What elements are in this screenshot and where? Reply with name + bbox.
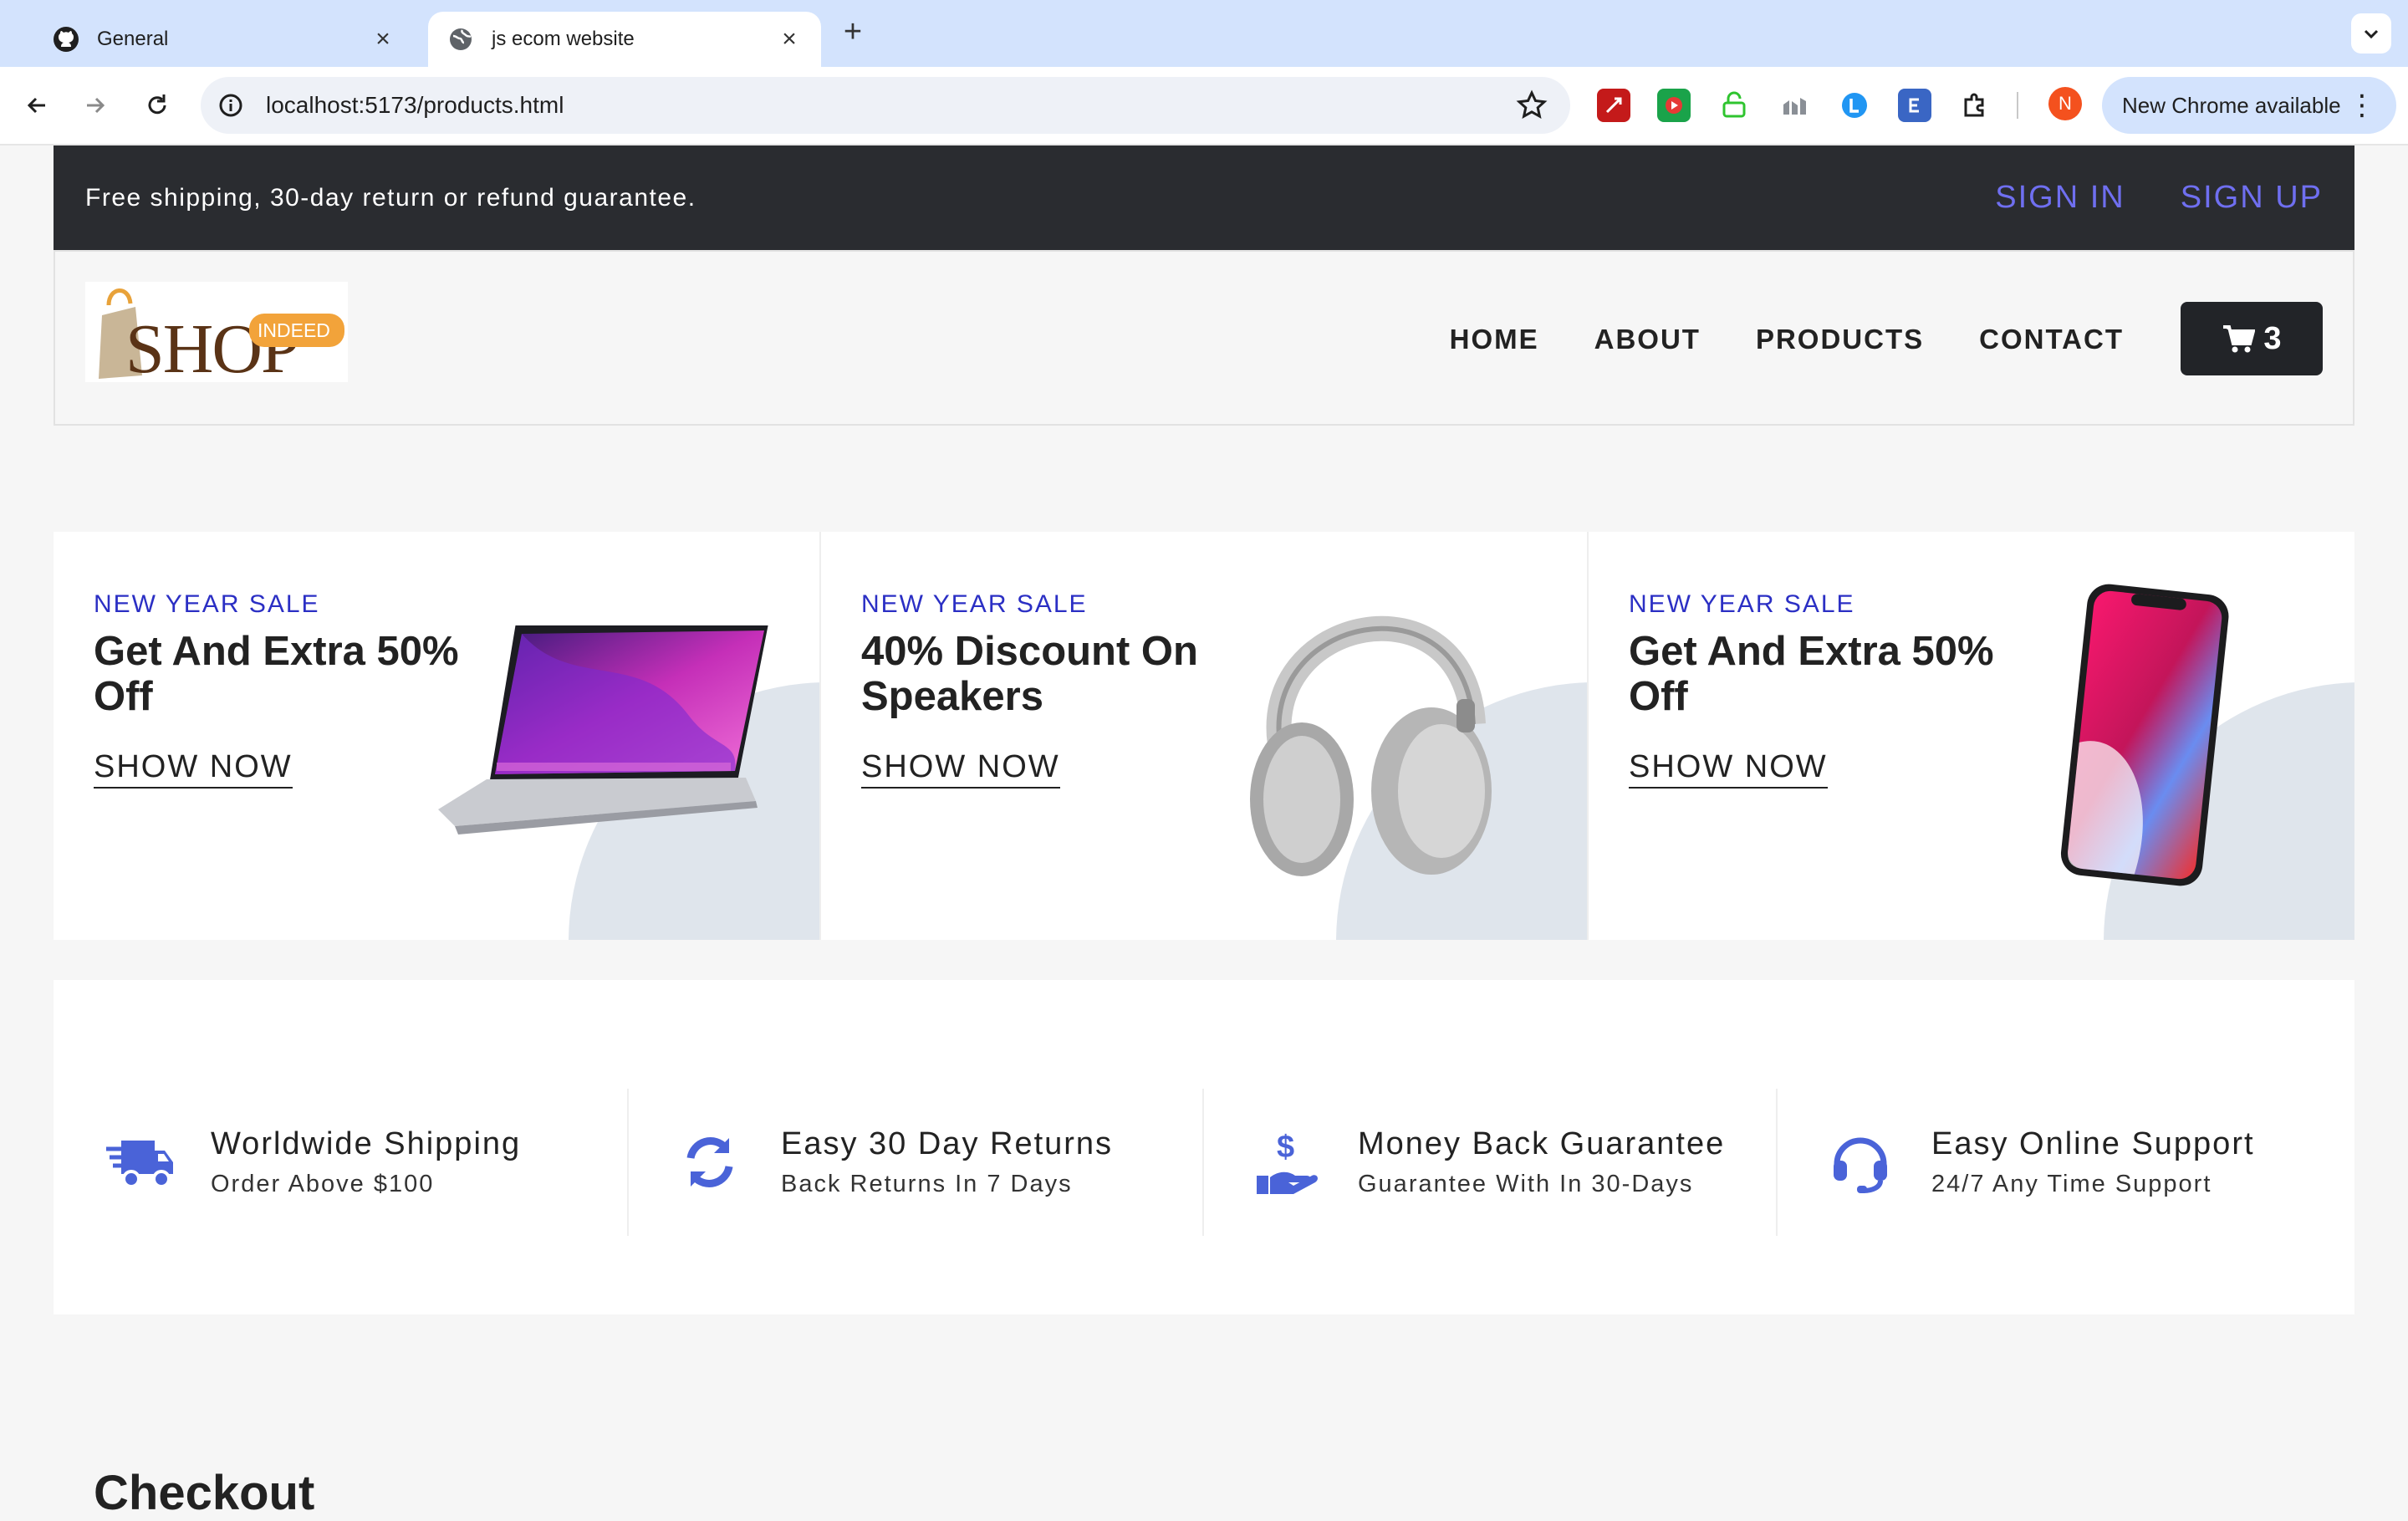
feature-support: Easy Online Support 24/7 Any Time Suppor… xyxy=(1823,1089,2255,1236)
extension-e-icon[interactable] xyxy=(1898,89,1931,122)
chevron-down-icon[interactable] xyxy=(2351,13,2391,54)
promo-banners: NEW YEAR SALE Get And Extra 50% Off SHOW… xyxy=(54,532,2354,940)
promo-banner-headphones[interactable]: NEW YEAR SALE 40% Discount On Speakers S… xyxy=(819,532,1587,940)
tab-title: General xyxy=(97,28,169,50)
sign-in-link[interactable]: SIGN IN xyxy=(1995,180,2125,216)
tab-title: js ecom website xyxy=(492,28,635,50)
banner-eyebrow: NEW YEAR SALE xyxy=(94,590,320,618)
browser-tab-general[interactable]: General × xyxy=(33,12,415,67)
github-icon xyxy=(52,25,80,54)
nav-about[interactable]: ABOUT xyxy=(1594,324,1701,355)
feature-subtitle: Back Returns In 7 Days xyxy=(781,1171,1073,1197)
show-now-link[interactable]: SHOW NOW xyxy=(861,749,1060,789)
feature-divider xyxy=(1202,1089,1204,1236)
feature-title: Easy Online Support xyxy=(1931,1126,2255,1161)
extension-lock-icon[interactable] xyxy=(1717,89,1751,122)
toolbar-divider xyxy=(2017,92,2018,119)
show-now-link[interactable]: SHOW NOW xyxy=(94,749,293,789)
feature-returns: Easy 30 Day Returns Back Returns In 7 Da… xyxy=(672,1089,1113,1236)
nav-contact[interactable]: CONTACT xyxy=(1979,324,2124,355)
feature-title: Money Back Guarantee xyxy=(1358,1126,1726,1161)
feature-money-back: $ Money Back Guarantee Guarantee With In… xyxy=(1249,1089,1725,1236)
svg-text:$: $ xyxy=(1277,1130,1294,1165)
cart-icon xyxy=(2223,325,2256,353)
browser-tab-strip: General × js ecom website × + xyxy=(0,0,2408,67)
close-icon[interactable]: × xyxy=(370,25,396,54)
feature-subtitle: Order Above $100 xyxy=(211,1171,435,1197)
feature-divider xyxy=(627,1089,629,1236)
address-bar[interactable]: localhost:5173/products.html xyxy=(201,77,1570,134)
more-menu-icon[interactable]: ⋮ xyxy=(2348,89,2376,122)
feature-subtitle: 24/7 Any Time Support xyxy=(1931,1171,2212,1197)
sign-up-link[interactable]: SIGN UP xyxy=(2181,180,2323,216)
reload-icon[interactable] xyxy=(137,85,177,125)
features-strip: Worldwide Shipping Order Above $100 Easy… xyxy=(54,980,2354,1314)
back-arrow-icon[interactable] xyxy=(17,85,57,125)
headphones-image xyxy=(1250,615,1492,876)
shipping-truck-icon xyxy=(102,1125,177,1200)
forward-arrow-icon[interactable] xyxy=(75,85,115,125)
close-icon[interactable]: × xyxy=(776,25,803,54)
update-label: New Chrome available xyxy=(2122,92,2341,118)
promo-banner-smartphone[interactable]: NEW YEAR SALE Get And Extra 50% Off SHOW… xyxy=(1587,532,2354,940)
promo-banner-laptop[interactable]: NEW YEAR SALE Get And Extra 50% Off SHOW… xyxy=(54,532,819,940)
svg-text:INDEED: INDEED xyxy=(258,319,330,341)
smartphone-image xyxy=(2060,584,2229,886)
new-tab-icon[interactable]: + xyxy=(836,14,870,49)
site-info-icon[interactable] xyxy=(214,89,247,122)
main-nav: HOME ABOUT PRODUCTS CONTACT xyxy=(1395,324,2124,355)
banner-title: Get And Extra 50% Off xyxy=(94,629,459,719)
promo-text: Free shipping, 30-day return or refund g… xyxy=(85,183,696,212)
feature-title: Worldwide Shipping xyxy=(211,1126,522,1161)
money-hand-icon: $ xyxy=(1249,1125,1324,1200)
url-text: localhost:5173/products.html xyxy=(266,92,564,118)
feature-shipping: Worldwide Shipping Order Above $100 xyxy=(102,1089,521,1236)
headset-icon xyxy=(1823,1125,1898,1200)
extension-play-icon[interactable] xyxy=(1657,89,1691,122)
bookmark-star-icon[interactable] xyxy=(1515,89,1548,126)
banner-eyebrow: NEW YEAR SALE xyxy=(861,590,1088,618)
extensions-puzzle-icon[interactable] xyxy=(1958,89,1992,122)
cart-button[interactable]: 3 xyxy=(2181,302,2323,375)
extension-red-icon[interactable] xyxy=(1597,89,1630,122)
site-header: SHOP INDEED HOME ABOUT PRODUCTS CONTACT … xyxy=(54,250,2354,426)
feature-title: Easy 30 Day Returns xyxy=(781,1126,1114,1161)
globe-icon xyxy=(446,25,475,54)
cart-count: 3 xyxy=(2263,320,2282,356)
banner-eyebrow: NEW YEAR SALE xyxy=(1629,590,1855,618)
profile-avatar[interactable]: N xyxy=(2048,87,2082,120)
promo-topbar: Free shipping, 30-day return or refund g… xyxy=(54,145,2354,250)
laptop-image xyxy=(438,625,768,835)
banner-title: 40% Discount On Speakers xyxy=(861,629,1198,719)
nav-products[interactable]: PRODUCTS xyxy=(1756,324,1924,355)
feature-divider xyxy=(1776,1089,1778,1236)
refresh-icon xyxy=(672,1125,747,1200)
browser-toolbar: localhost:5173/products.html N New Chrom… xyxy=(0,67,2408,145)
nav-home[interactable]: HOME xyxy=(1450,324,1539,355)
extension-l-icon[interactable] xyxy=(1838,89,1871,122)
show-now-link[interactable]: SHOW NOW xyxy=(1629,749,1828,789)
new-chrome-button[interactable]: New Chrome available ⋮ xyxy=(2102,77,2396,134)
banner-title: Get And Extra 50% Off xyxy=(1629,629,1994,719)
shop-indeed-logo[interactable]: SHOP INDEED xyxy=(85,282,348,388)
extension-chart-icon[interactable] xyxy=(1778,89,1811,122)
checkout-heading: Checkout xyxy=(94,1466,315,1520)
feature-subtitle: Guarantee With In 30-Days xyxy=(1358,1171,1694,1197)
browser-tab-js-ecom[interactable]: js ecom website × xyxy=(428,12,821,67)
